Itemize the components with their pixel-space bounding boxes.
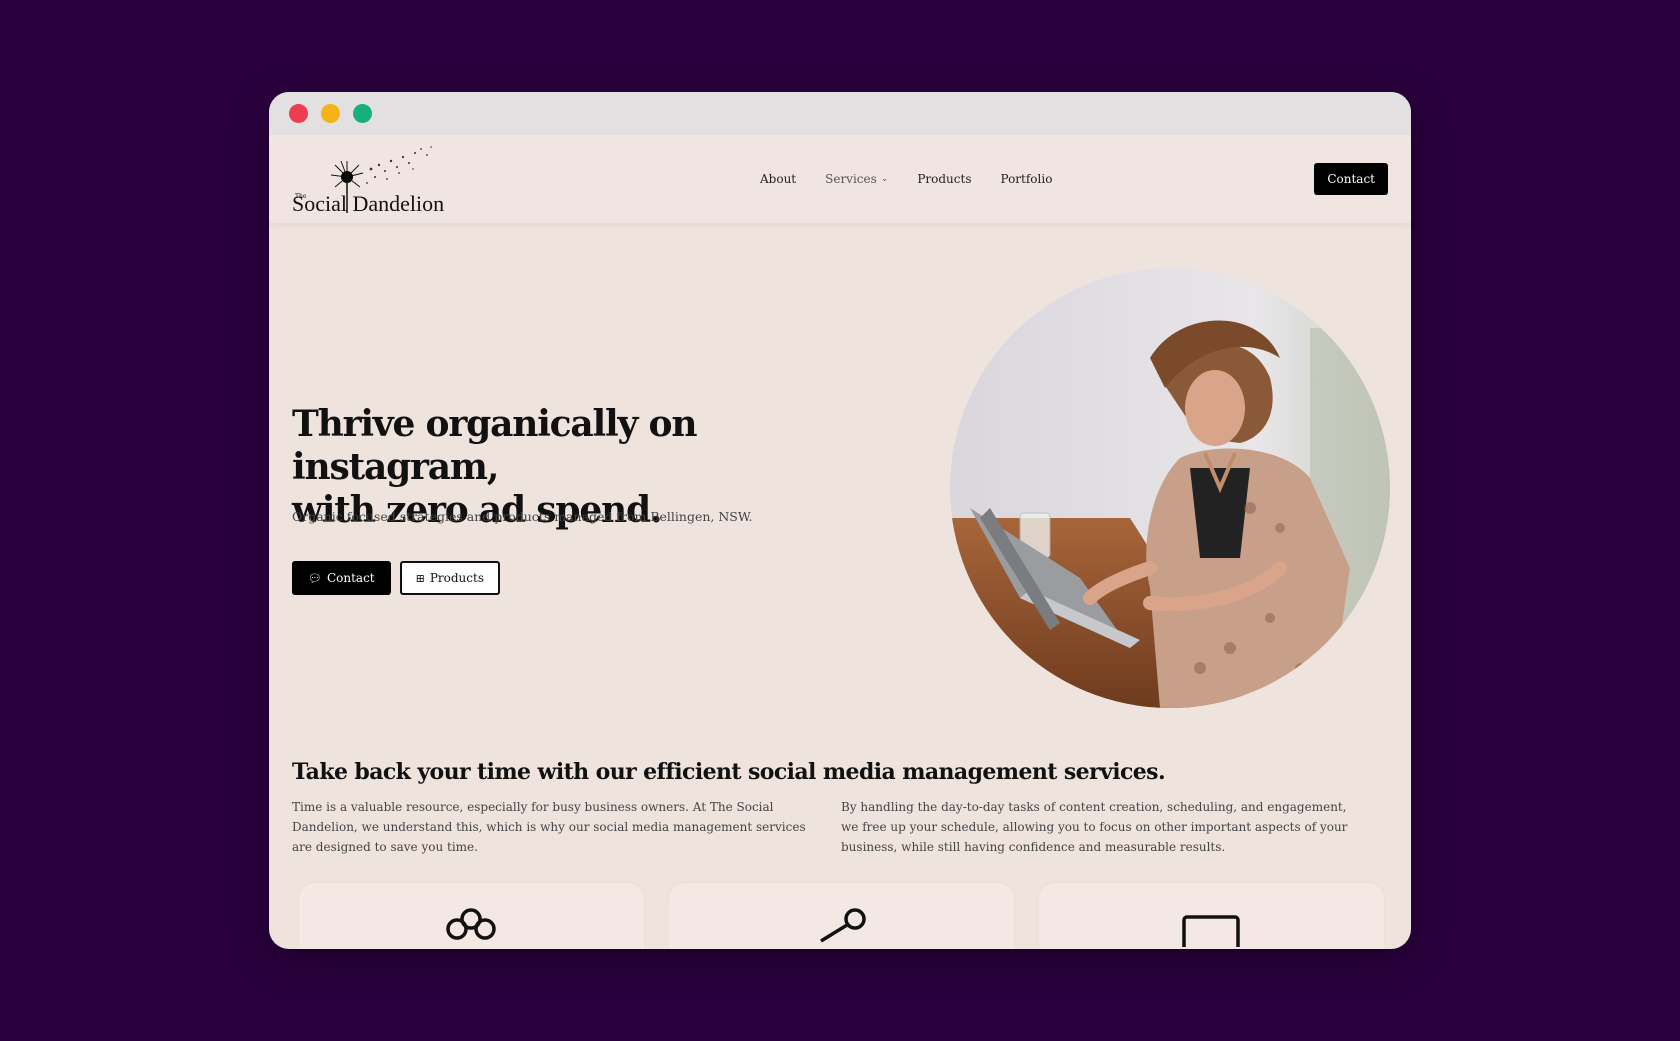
hero-subtitle: Organic focused strategies and products … bbox=[292, 509, 753, 524]
main-nav: About Services ⌄ Products Portfolio bbox=[760, 135, 1052, 223]
grid-icon: ⊞ bbox=[415, 571, 425, 585]
hero-contact-button[interactable]: 💬︎ Contact bbox=[292, 561, 391, 595]
header-contact-button[interactable]: Contact bbox=[1314, 163, 1388, 195]
hero-products-label: Products bbox=[429, 571, 484, 585]
services-intro-section: Take back your time with our efficient s… bbox=[269, 759, 1411, 949]
nav-services-label: Services bbox=[825, 172, 877, 186]
service-cards bbox=[299, 883, 1384, 949]
nav-services[interactable]: Services ⌄ bbox=[825, 172, 888, 186]
flower-icon bbox=[446, 908, 496, 940]
hero-actions: 💬︎ Contact ⊞ Products bbox=[292, 561, 500, 595]
hero-contact-label: Contact bbox=[326, 571, 375, 585]
services-intro-title: Take back your time with our efficient s… bbox=[292, 759, 1166, 785]
hero-section: Thrive organically on instagram, with ze… bbox=[269, 223, 1411, 763]
services-intro-col-2: By handling the day-to-day tasks of cont… bbox=[841, 800, 1348, 854]
services-intro-col-1: Time is a valuable resource, especially … bbox=[292, 800, 806, 854]
service-card[interactable] bbox=[669, 883, 1014, 949]
nav-about[interactable]: About bbox=[760, 172, 796, 186]
site-header: The Social Dandelion About Services ⌄ Pr… bbox=[269, 135, 1411, 223]
woman-typing-on-laptop-photo bbox=[950, 268, 1390, 708]
share-icon bbox=[820, 908, 866, 943]
hero-products-button[interactable]: ⊞ Products bbox=[399, 561, 500, 595]
browser-window: The Social Dandelion About Services ⌄ Pr… bbox=[269, 92, 1411, 949]
chat-bubble-icon: 💬︎ bbox=[308, 571, 322, 585]
service-card[interactable] bbox=[1039, 883, 1384, 949]
close-window-button[interactable] bbox=[289, 104, 308, 123]
nav-portfolio[interactable]: Portfolio bbox=[1000, 172, 1052, 186]
window-titlebar bbox=[269, 92, 1411, 135]
hero-photo bbox=[950, 268, 1390, 708]
hero-title-line-1: Thrive organically on instagram, bbox=[292, 403, 698, 488]
chevron-down-icon: ⌄ bbox=[880, 174, 889, 184]
logo-wordmark: Social Dandelion bbox=[292, 191, 445, 216]
minimize-window-button[interactable] bbox=[321, 104, 340, 123]
service-card[interactable] bbox=[299, 883, 644, 949]
nav-products[interactable]: Products bbox=[917, 172, 971, 186]
services-intro-columns: Time is a valuable resource, especially … bbox=[292, 797, 1388, 857]
maximize-window-button[interactable] bbox=[353, 104, 372, 123]
site-logo[interactable]: The Social Dandelion bbox=[292, 139, 462, 219]
monitor-icon bbox=[1182, 915, 1240, 947]
